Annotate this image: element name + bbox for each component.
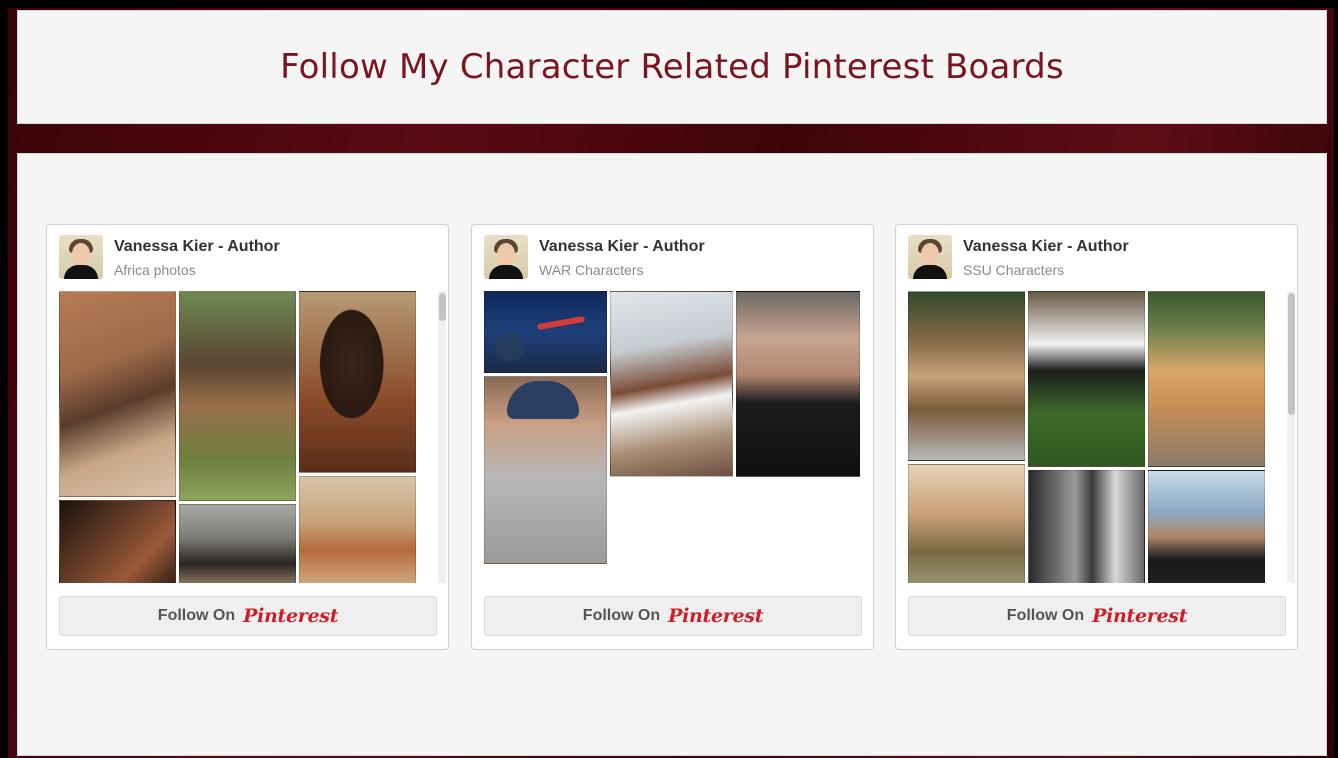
pin-image[interactable] bbox=[610, 291, 733, 477]
pin-image[interactable] bbox=[908, 291, 1025, 461]
avatar[interactable] bbox=[908, 235, 952, 279]
header-panel: Follow My Character Related Pinterest Bo… bbox=[17, 10, 1327, 124]
pin-image[interactable] bbox=[1028, 291, 1145, 467]
scrollbar-thumb[interactable] bbox=[439, 293, 446, 321]
pin-image[interactable] bbox=[484, 376, 607, 564]
follow-on-pinterest-button[interactable]: Follow On Pinterest bbox=[908, 596, 1286, 636]
pin-image[interactable] bbox=[736, 291, 860, 477]
board-widget-ssu-characters: Vanessa Kier - Author SSU Characters Fol… bbox=[895, 224, 1298, 650]
follow-label: Follow On bbox=[157, 607, 236, 624]
pin-image[interactable] bbox=[59, 291, 176, 497]
board-widget-war-characters: Vanessa Kier - Author WAR Characters Fol… bbox=[471, 224, 874, 650]
pin-image[interactable] bbox=[179, 291, 296, 501]
board-name[interactable]: WAR Characters bbox=[539, 262, 644, 278]
widget-header[interactable]: Vanessa Kier - Author Africa photos bbox=[59, 235, 438, 281]
pinterest-logo: Pinterest bbox=[1092, 605, 1188, 627]
pin-grid bbox=[908, 291, 1286, 583]
boards-panel: Vanessa Kier - Author Africa photos Foll… bbox=[17, 153, 1327, 756]
pinterest-logo: Pinterest bbox=[668, 605, 764, 627]
pin-image[interactable] bbox=[484, 291, 607, 373]
follow-on-pinterest-button[interactable]: Follow On Pinterest bbox=[484, 596, 862, 636]
widget-header[interactable]: Vanessa Kier - Author WAR Characters bbox=[484, 235, 863, 281]
pin-image[interactable] bbox=[908, 464, 1025, 583]
board-widget-africa-photos: Vanessa Kier - Author Africa photos Foll… bbox=[46, 224, 449, 650]
pin-image[interactable] bbox=[1148, 291, 1265, 467]
pin-image[interactable] bbox=[179, 504, 296, 583]
follow-on-pinterest-button[interactable]: Follow On Pinterest bbox=[59, 596, 437, 636]
pin-image[interactable] bbox=[299, 476, 416, 583]
widget-scrollbar[interactable] bbox=[1287, 291, 1295, 583]
avatar[interactable] bbox=[484, 235, 528, 279]
widget-scrollbar[interactable] bbox=[438, 291, 446, 583]
pinner-name[interactable]: Vanessa Kier - Author bbox=[114, 238, 280, 256]
pin-grid bbox=[59, 291, 437, 583]
pin-image[interactable] bbox=[59, 500, 176, 583]
board-name[interactable]: SSU Characters bbox=[963, 262, 1064, 278]
pin-grid bbox=[484, 291, 862, 583]
avatar[interactable] bbox=[59, 235, 103, 279]
pin-image[interactable] bbox=[1148, 470, 1265, 583]
pin-image[interactable] bbox=[299, 291, 416, 473]
widget-header[interactable]: Vanessa Kier - Author SSU Characters bbox=[908, 235, 1287, 281]
pin-image[interactable] bbox=[1028, 470, 1145, 583]
pinterest-logo: Pinterest bbox=[243, 605, 339, 627]
follow-label: Follow On bbox=[582, 607, 661, 624]
pinner-name[interactable]: Vanessa Kier - Author bbox=[963, 238, 1129, 256]
page-title: Follow My Character Related Pinterest Bo… bbox=[280, 47, 1064, 87]
follow-label: Follow On bbox=[1006, 607, 1085, 624]
pinner-name[interactable]: Vanessa Kier - Author bbox=[539, 238, 705, 256]
board-name[interactable]: Africa photos bbox=[114, 262, 196, 278]
scrollbar-thumb[interactable] bbox=[1288, 293, 1295, 415]
